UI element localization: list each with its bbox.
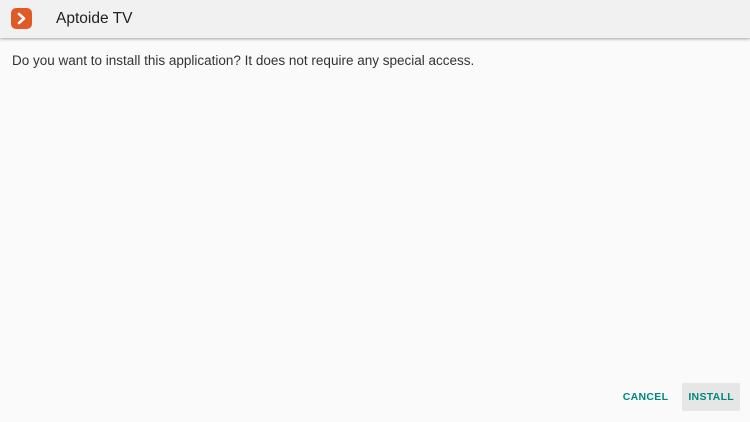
title-bar: Aptoide TV — [0, 0, 750, 38]
dialog-actions: CANCEL INSTALL — [617, 383, 740, 411]
install-button[interactable]: INSTALL — [682, 383, 740, 411]
aptoide-app-icon — [11, 8, 32, 29]
install-dialog-screen: Aptoide TV Do you want to install this a… — [0, 0, 750, 422]
install-permission-message: Do you want to install this application?… — [12, 53, 475, 68]
cancel-button[interactable]: CANCEL — [617, 383, 675, 411]
app-title: Aptoide TV — [56, 10, 133, 27]
chevron-right-icon — [17, 12, 26, 25]
